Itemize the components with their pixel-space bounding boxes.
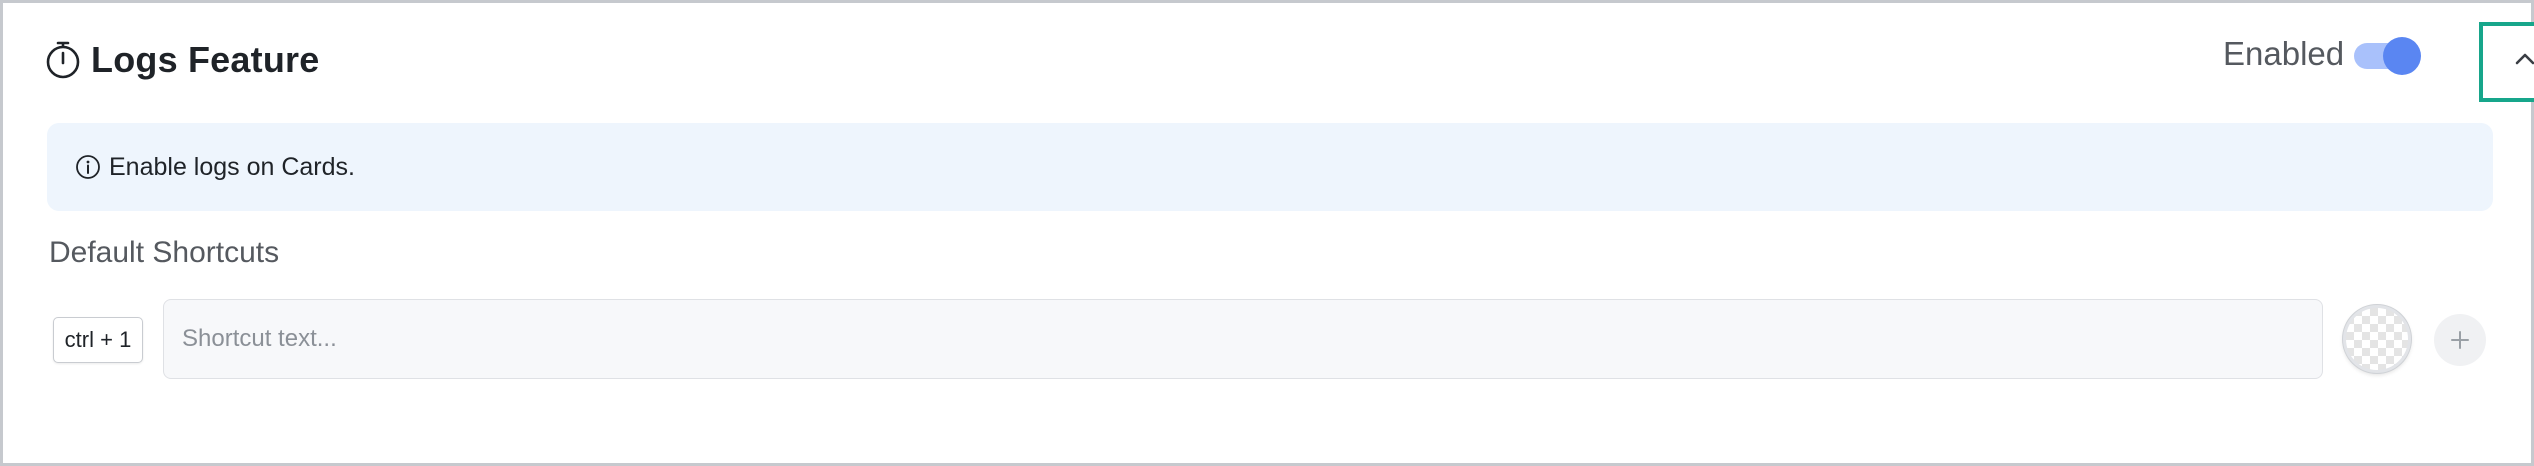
chevron-up-icon: [2515, 53, 2534, 65]
info-banner: Enable logs on Cards.: [47, 123, 2493, 211]
shortcut-text-input[interactable]: [163, 299, 2323, 379]
color-picker-swatch[interactable]: [2343, 305, 2411, 373]
info-text: Enable logs on Cards.: [109, 152, 355, 181]
info-icon: [76, 155, 100, 179]
section-title: Default Shortcuts: [49, 236, 280, 269]
collapse-button[interactable]: [2479, 22, 2534, 102]
enabled-toggle[interactable]: [2354, 37, 2421, 75]
toggle-knob: [2383, 37, 2421, 75]
stopwatch-icon: [46, 41, 80, 79]
shortcut-key-badge[interactable]: ctrl + 1: [53, 317, 143, 363]
logs-feature-panel: Logs Feature Enabled Enable logs on Card…: [0, 0, 2534, 466]
plus-icon: [2451, 331, 2469, 349]
panel-header: Logs Feature: [45, 33, 319, 87]
add-shortcut-button[interactable]: [2434, 314, 2486, 366]
enabled-label: Enabled: [2223, 35, 2345, 72]
page-title: Logs Feature: [91, 39, 320, 80]
